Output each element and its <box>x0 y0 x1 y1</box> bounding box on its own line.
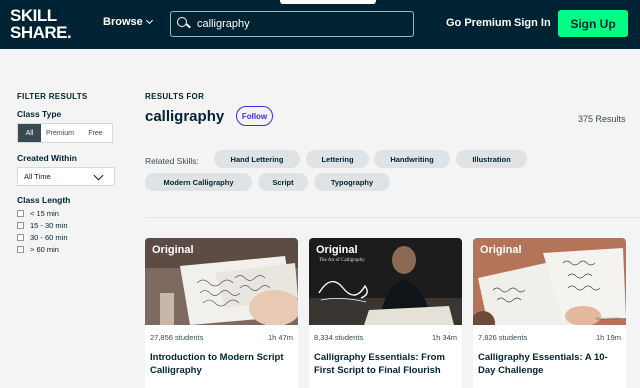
class-type-label: Class Type <box>17 109 62 119</box>
logo-line-2: SHARE. <box>10 23 72 42</box>
checkbox[interactable] <box>17 246 24 253</box>
class-type-all[interactable]: All <box>18 124 41 142</box>
related-skill-chip[interactable]: Script <box>258 173 308 191</box>
original-badge: Original <box>480 244 522 256</box>
class-card[interactable]: Original 27,856 students 1h 47m Introduc… <box>145 238 298 388</box>
related-skill-chip[interactable]: Lettering <box>306 150 369 168</box>
logo-line-1: SKILL <box>10 6 57 25</box>
related-skills-label: Related Skills: <box>145 156 199 166</box>
class-length-option-label: 30 - 60 min <box>30 233 68 242</box>
checkbox[interactable] <box>17 222 24 229</box>
student-count: 27,856 students <box>150 333 204 342</box>
class-title[interactable]: Introduction to Modern Script Calligraph… <box>150 351 295 377</box>
created-within-select[interactable]: All Time <box>17 167 115 186</box>
popover-edge <box>280 0 376 4</box>
related-skill-chip[interactable]: Modern Calligraphy <box>145 173 252 191</box>
class-thumbnail[interactable]: Original SKILLSHARE <box>473 238 626 325</box>
original-badge: Original <box>152 244 194 256</box>
class-length-option-label: 15 - 30 min <box>30 221 68 230</box>
original-badge: Original <box>316 244 358 256</box>
skillshare-logo[interactable]: SKILL SHARE. <box>10 6 72 42</box>
class-duration: 1h 47m <box>267 333 293 342</box>
section-divider <box>145 217 640 218</box>
top-nav-bar: SKILL SHARE. Browse Go Premium Sign In S… <box>0 0 640 49</box>
related-skill-chip[interactable]: Handwriting <box>374 150 450 168</box>
search-query-title: calligraphy <box>145 108 225 125</box>
class-type-toggle: All Premium Free <box>17 123 113 143</box>
results-count: 375 Results <box>578 114 626 124</box>
checkbox[interactable] <box>17 210 24 217</box>
related-skill-chip[interactable]: Illustration <box>456 150 527 168</box>
sign-up-button[interactable]: Sign Up <box>558 10 628 37</box>
class-type-free[interactable]: Free <box>79 124 112 142</box>
browse-menu-button[interactable]: Browse <box>103 16 153 28</box>
search-box[interactable] <box>170 11 414 37</box>
results-for-heading: RESULTS FOR <box>145 92 205 101</box>
class-type-premium[interactable]: Premium <box>41 124 79 142</box>
sign-in-link[interactable]: Sign In <box>514 17 551 29</box>
created-within-value: All Time <box>24 172 51 181</box>
class-thumbnail[interactable]: Original <box>145 238 298 325</box>
created-within-label: Created Within <box>17 153 77 163</box>
class-duration: 1h 34m <box>431 333 457 342</box>
class-length-option[interactable]: 15 - 30 min <box>17 221 68 230</box>
related-skill-chip[interactable]: Typography <box>314 173 390 191</box>
class-title[interactable]: Calligraphy Essentials: A 10-Day Challen… <box>478 351 623 377</box>
class-length-option-label: > 60 min <box>30 245 59 254</box>
class-card[interactable]: Original SKILLSHARE 7,826 students 1h 19… <box>473 238 626 388</box>
class-duration: 1h 19m <box>595 333 621 342</box>
thumbnail-caption: The Art of Calligraphy <box>319 258 365 263</box>
class-title[interactable]: Calligraphy Essentials: From First Scrip… <box>314 351 459 377</box>
chevron-down-icon <box>93 170 104 181</box>
go-premium-link[interactable]: Go Premium <box>446 17 511 29</box>
student-count: 8,334 students <box>314 333 364 342</box>
class-length-option[interactable]: < 15 min <box>17 209 59 218</box>
class-thumbnail[interactable]: Original The Art of Calligraphy <box>309 238 462 325</box>
browse-label: Browse <box>103 16 143 28</box>
class-length-option[interactable]: > 60 min <box>17 245 59 254</box>
chevron-down-icon <box>145 16 153 25</box>
follow-button[interactable]: Follow <box>236 106 273 126</box>
search-input[interactable] <box>197 18 397 30</box>
checkbox[interactable] <box>17 234 24 241</box>
student-count: 7,826 students <box>478 333 528 342</box>
class-card[interactable]: Original The Art of Calligraphy 8,334 st… <box>309 238 462 388</box>
class-length-label: Class Length <box>17 195 71 205</box>
class-length-option-label: < 15 min <box>30 209 59 218</box>
related-skill-chip[interactable]: Hand Lettering <box>214 150 300 168</box>
thumbnail-watermark: SKILLSHARE <box>595 316 620 321</box>
search-icon <box>177 17 191 31</box>
filter-results-heading: FILTER RESULTS <box>17 92 88 101</box>
class-length-option[interactable]: 30 - 60 min <box>17 233 68 242</box>
